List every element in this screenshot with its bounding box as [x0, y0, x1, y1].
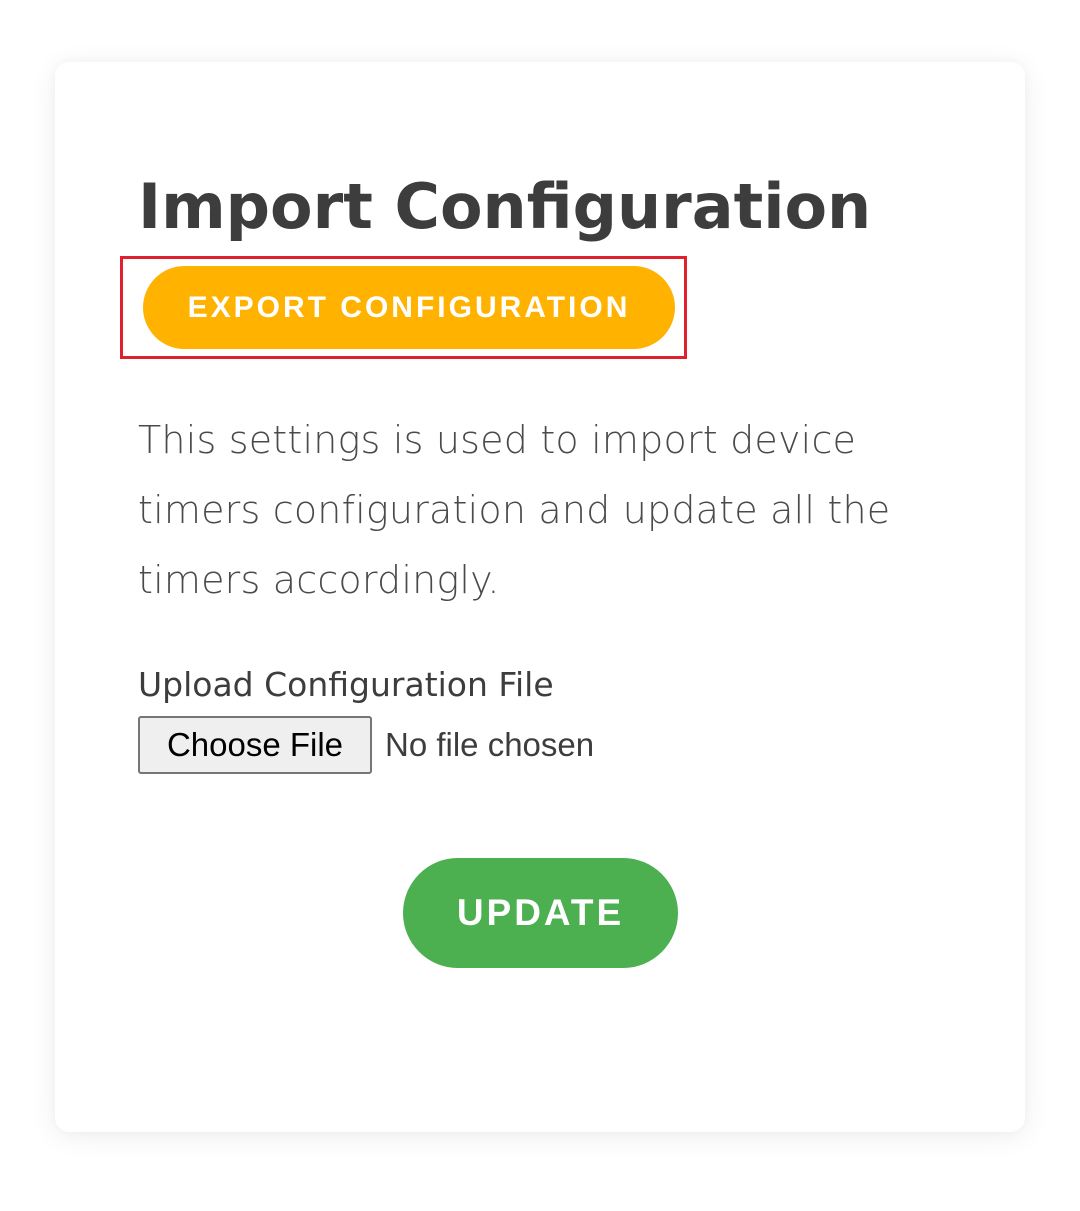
file-input[interactable]: Choose File No file chosen [138, 716, 594, 774]
description-text: This settings is used to import device t… [138, 418, 891, 602]
file-status-text: No file chosen [385, 726, 595, 763]
import-configuration-card: Import Configuration EXPORT CONFIGURATIO… [55, 62, 1025, 1132]
update-button[interactable]: UPDATE [403, 858, 678, 968]
choose-file-button[interactable]: Choose File [138, 716, 372, 774]
export-configuration-button[interactable]: EXPORT CONFIGURATION [143, 266, 675, 349]
upload-configuration-label: Upload Configuration File [138, 665, 554, 704]
page-title: Import Configuration [138, 170, 872, 243]
